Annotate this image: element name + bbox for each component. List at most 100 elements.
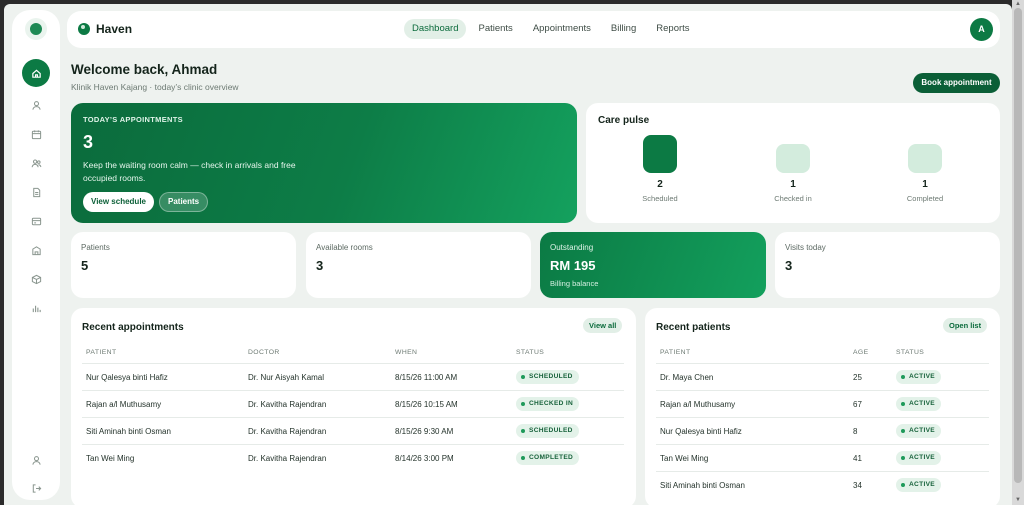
table-row[interactable]: Nur Qalesya binti Hafiz 8 ACTIVE	[656, 417, 989, 444]
table-row[interactable]: Siti Aminah binti Osman Dr. Kavitha Raje…	[82, 417, 624, 444]
nav-billing[interactable]: Billing	[603, 19, 644, 39]
topbar: Haven Dashboard Patients Appointments Bi…	[67, 11, 1000, 48]
view-all-button[interactable]: View all	[583, 318, 623, 333]
cell-age: 67	[853, 400, 862, 409]
logout-icon[interactable]	[23, 477, 49, 499]
cell-doctor: Dr. Kavitha Rajendran	[248, 400, 327, 409]
table-row[interactable]: Tan Wei Ming 41 ACTIVE	[656, 444, 989, 471]
stat-value: 3	[785, 258, 793, 273]
pulse-bar-completed	[908, 144, 942, 173]
cell-when: 8/15/26 11:00 AM	[395, 373, 458, 382]
cell-age: 41	[853, 454, 862, 463]
calendar-icon[interactable]	[23, 123, 49, 145]
card-icon[interactable]	[23, 210, 49, 232]
stat-label: Available rooms	[316, 243, 373, 252]
table-row[interactable]: Nur Qalesya binti Hafiz Dr. Nur Aisyah K…	[82, 363, 624, 390]
table-row[interactable]: Tan Wei Ming Dr. Kavitha Rajendran 8/14/…	[82, 444, 624, 471]
todays-appointments-card: TODAY’S APPOINTMENTS 3 Keep the waiting …	[71, 103, 577, 223]
nav-reports[interactable]: Reports	[648, 19, 697, 39]
pulse-value: 1	[922, 179, 928, 190]
stat-label: Visits today	[785, 243, 826, 252]
bar-chart-icon[interactable]	[23, 297, 49, 319]
column-header: STATUS	[516, 349, 545, 356]
care-pulse-card: Care pulse 2 Scheduled 1 Checked in 1 Co…	[586, 103, 1000, 223]
user-icon[interactable]	[23, 94, 49, 116]
column-header: STATUS	[896, 349, 925, 356]
users-icon[interactable]	[23, 152, 49, 174]
nav-appointments[interactable]: Appointments	[525, 19, 599, 39]
scroll-down-icon[interactable]: ▼	[1014, 497, 1022, 503]
cell-when: 8/14/26 3:00 PM	[395, 454, 454, 463]
pulse-scheduled: 2 Scheduled	[620, 135, 700, 203]
column-header: WHEN	[395, 349, 418, 356]
cell-doctor: Dr. Nur Aisyah Kamal	[248, 373, 325, 382]
hero-text: Keep the waiting room calm — check in ar…	[83, 160, 296, 183]
cell-age: 8	[853, 427, 858, 436]
open-list-button[interactable]: Open list	[943, 318, 988, 333]
profile-icon[interactable]	[23, 449, 49, 471]
cell-patient: Tan Wei Ming	[660, 454, 709, 463]
cell-patient: Siti Aminah binti Osman	[86, 427, 171, 436]
page-title: Welcome back, Ahmad	[71, 62, 218, 77]
stat-label: Outstanding	[550, 243, 594, 252]
hero-count: 3	[83, 132, 94, 152]
status-badge: ACTIVE	[896, 370, 941, 384]
box-icon[interactable]	[23, 268, 49, 290]
building-icon[interactable]	[23, 239, 49, 261]
column-header: PATIENT	[86, 349, 117, 356]
pulse-bar-checked-in	[776, 144, 810, 173]
table-row[interactable]: Rajan a/l Muthusamy Dr. Kavitha Rajendra…	[82, 390, 624, 417]
main-nav: Dashboard Patients Appointments Billing …	[404, 19, 698, 39]
panel-title: Recent patients	[656, 322, 731, 333]
table-row[interactable]: Dr. Maya Chen 25 ACTIVE	[656, 363, 989, 390]
pulse-bar-scheduled	[643, 135, 677, 173]
brand-logo-icon	[78, 23, 90, 35]
patients-button[interactable]: Patients	[159, 192, 209, 212]
column-header: AGE	[853, 349, 869, 356]
status-badge: ACTIVE	[896, 451, 941, 465]
status-badge: ACTIVE	[896, 397, 941, 411]
scroll-up-icon[interactable]: ▲	[1014, 1, 1022, 7]
pulse-label: Completed	[906, 194, 944, 203]
cell-patient: Rajan a/l Muthusamy	[660, 400, 736, 409]
nav-dashboard[interactable]: Dashboard	[404, 19, 467, 39]
document-icon[interactable]	[23, 181, 49, 203]
recent-patients-panel: Recent patients Open list PATIENT AGE ST…	[645, 308, 1000, 505]
pulse-checked-in: 1 Checked in	[753, 135, 833, 203]
app-window: Haven Dashboard Patients Appointments Bi…	[4, 4, 1012, 505]
logo-icon	[25, 18, 47, 40]
sidebar	[12, 10, 60, 500]
stat-outstanding: Outstanding RM 195 Billing balance	[540, 232, 766, 298]
panel-title: Recent appointments	[82, 322, 184, 333]
cell-patient: Dr. Maya Chen	[660, 373, 714, 382]
stat-patients: Patients 5	[71, 232, 296, 298]
table-row[interactable]: Rajan a/l Muthusamy 67 ACTIVE	[656, 390, 989, 417]
pulse-label: Scheduled	[642, 194, 678, 203]
cell-patient: Siti Aminah binti Osman	[660, 481, 745, 490]
stat-value: 3	[316, 258, 324, 273]
cell-patient: Nur Qalesya binti Hafiz	[660, 427, 742, 436]
pulse-value: 2	[657, 179, 663, 190]
avatar[interactable]: A	[970, 18, 993, 41]
cell-patient: Nur Qalesya binti Hafiz	[86, 373, 168, 382]
status-badge: CHECKED IN	[516, 397, 580, 411]
scrollbar-thumb[interactable]	[1014, 8, 1022, 483]
stat-available-rooms: Available rooms 3	[306, 232, 531, 298]
cell-patient: Tan Wei Ming	[86, 454, 135, 463]
cell-doctor: Dr. Kavitha Rajendran	[248, 454, 327, 463]
status-badge: ACTIVE	[896, 478, 941, 492]
pulse-label: Checked in	[774, 194, 812, 203]
column-header: PATIENT	[660, 349, 691, 356]
pulse-completed: 1 Completed	[885, 135, 965, 203]
stat-sublabel: Billing balance	[550, 279, 599, 288]
stat-value: 5	[81, 258, 89, 273]
home-icon[interactable]	[22, 59, 50, 87]
book-appointment-button[interactable]: Book appointment	[913, 73, 1000, 93]
view-schedule-button[interactable]: View schedule	[83, 192, 154, 212]
nav-patients[interactable]: Patients	[470, 19, 520, 39]
page-scrollbar[interactable]: ▲ ▼	[1012, 0, 1024, 505]
care-pulse-title: Care pulse	[598, 115, 650, 126]
status-badge: ACTIVE	[896, 424, 941, 438]
status-badge: SCHEDULED	[516, 424, 579, 438]
table-row[interactable]: Siti Aminah binti Osman 34 ACTIVE	[656, 471, 989, 498]
